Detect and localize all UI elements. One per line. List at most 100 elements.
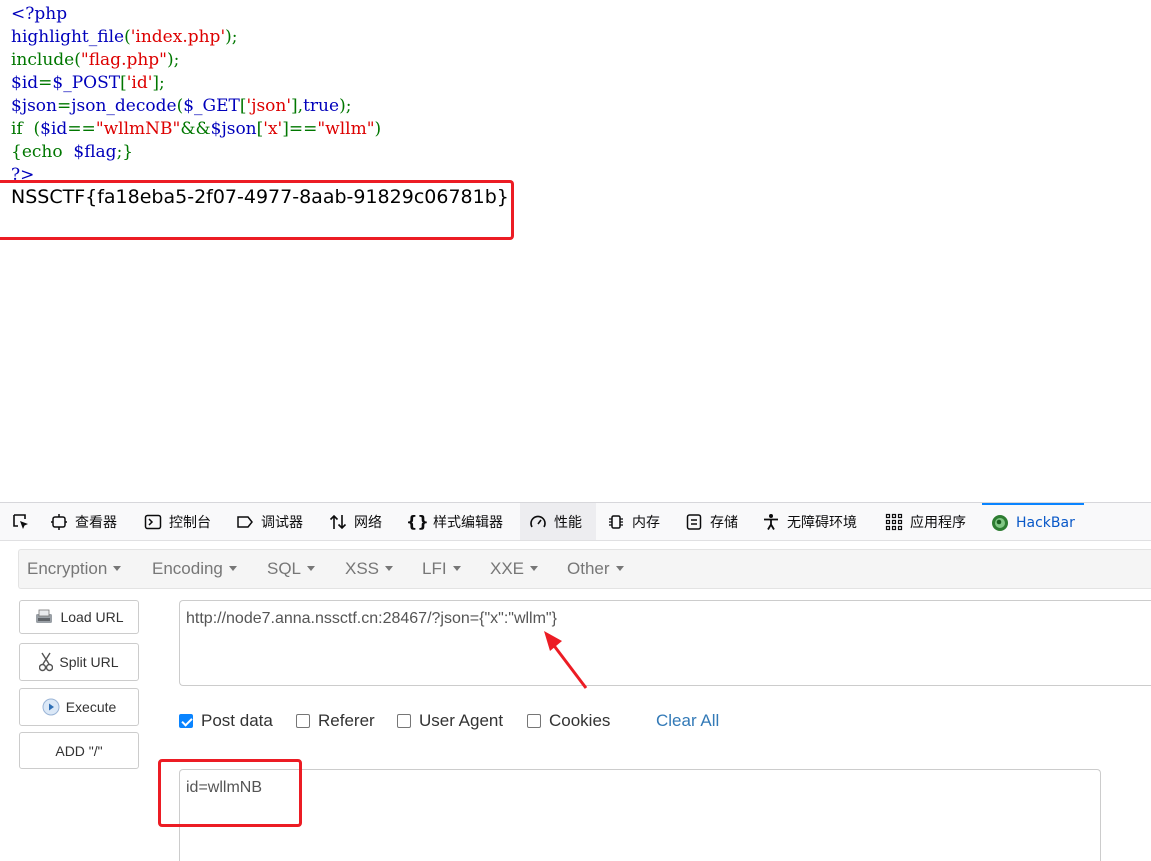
menu-label: Encoding [152, 559, 223, 578]
code-token: 'x' [263, 119, 283, 139]
tab-label: 查看器 [75, 514, 117, 531]
tab-console[interactable]: 控制台 [144, 503, 211, 540]
code-token: ;} [116, 142, 134, 162]
tab-label: HackBar [1016, 514, 1075, 531]
hackbar-logo-icon [992, 514, 1008, 531]
tab-accessibility[interactable]: 无障碍环境 [762, 503, 857, 540]
post-data-checkbox[interactable]: Post data [179, 710, 273, 732]
code-token: {echo [11, 142, 74, 162]
menu-sql[interactable]: SQL [267, 550, 316, 588]
code-token: ); [167, 50, 180, 70]
code-token: = [57, 96, 72, 116]
code-token: ); [225, 27, 238, 47]
code-token: ( [74, 50, 81, 70]
add-slash-button[interactable]: ADD "/" [19, 732, 139, 769]
play-icon [42, 698, 60, 716]
code-token: true [303, 96, 340, 116]
post-data-input[interactable]: id=wllmNB [179, 769, 1101, 861]
post-data-highlight-box [158, 759, 302, 827]
code-token: 'id' [126, 73, 153, 93]
code-token: $flag [73, 142, 117, 162]
checkbox-label: Referer [318, 711, 375, 730]
load-url-button[interactable]: Load URL [19, 600, 139, 634]
tab-label: 内存 [632, 514, 660, 531]
caret-down-icon [385, 566, 394, 571]
checkbox-unchecked-icon [397, 714, 411, 728]
code-token: "wllmNB" [95, 119, 181, 139]
tab-hackbar[interactable]: HackBar [982, 503, 1084, 540]
flag-highlight-box [0, 180, 514, 240]
caret-down-icon [113, 566, 122, 571]
button-label: Load URL [60, 609, 124, 625]
caret-down-icon [615, 566, 624, 571]
devtools-panel: 查看器 控制台 调试器 网络 {} 样式编辑器 性能 内存 存储 无障碍环境 应… [0, 502, 1151, 861]
menu-encoding[interactable]: Encoding [152, 550, 237, 588]
menu-label: Encryption [27, 559, 108, 578]
caret-down-icon [228, 566, 237, 571]
code-token: 'index.php' [130, 27, 226, 47]
cookies-checkbox[interactable]: Cookies [527, 710, 610, 732]
debugger-icon [237, 515, 253, 528]
code-token: = [38, 73, 53, 93]
code-token: ); [339, 96, 352, 116]
checkbox-label: User Agent [419, 711, 504, 730]
tab-performance[interactable]: 性能 [520, 503, 596, 540]
tab-inspector[interactable]: 查看器 [50, 503, 117, 540]
tab-style-editor[interactable]: {} 样式编辑器 [406, 503, 503, 540]
user-agent-checkbox[interactable]: User Agent [397, 710, 503, 732]
tab-label: 应用程序 [910, 514, 966, 531]
code-token: [ [239, 96, 247, 116]
menu-label: XSS [345, 559, 380, 578]
app-grid-icon [885, 513, 903, 530]
caret-down-icon [307, 566, 316, 571]
menu-label: Other [567, 559, 610, 578]
caret-down-icon [452, 566, 461, 571]
tab-application[interactable]: 应用程序 [885, 503, 966, 540]
scissors-icon [39, 652, 54, 672]
tab-label: 网络 [354, 514, 382, 531]
execute-button[interactable]: Execute [19, 688, 139, 726]
code-token: == [67, 119, 96, 139]
tab-label: 调试器 [261, 514, 303, 531]
tab-network[interactable]: 网络 [329, 503, 382, 540]
checkbox-unchecked-icon [527, 714, 541, 728]
menu-xss[interactable]: XSS [345, 550, 394, 588]
menu-encryption[interactable]: Encryption [27, 550, 122, 588]
tab-memory[interactable]: 内存 [607, 503, 660, 540]
code-token: include [11, 50, 75, 70]
tab-label: 无障碍环境 [787, 514, 857, 531]
checkbox-unchecked-icon [296, 714, 310, 728]
code-token: [ [120, 73, 127, 93]
inspector-icon [51, 513, 67, 530]
code-token: $id [11, 73, 39, 93]
split-url-button[interactable]: Split URL [19, 643, 139, 681]
caret-down-icon [530, 566, 539, 571]
menu-other[interactable]: Other [567, 550, 624, 588]
network-arrows-icon [329, 514, 347, 529]
code-token: json_decode [71, 96, 177, 116]
code-token: && [180, 119, 211, 139]
element-picker-button[interactable] [4, 503, 38, 540]
checkbox-label: Cookies [549, 711, 611, 730]
referer-checkbox[interactable]: Referer [296, 710, 375, 732]
code-line: <?php [11, 4, 68, 24]
clear-all-link[interactable]: Clear All [656, 710, 719, 732]
storage-icon [686, 513, 702, 530]
code-token: $id [40, 119, 68, 139]
menu-lfi[interactable]: LFI [422, 550, 461, 588]
code-token: ]; [152, 73, 165, 93]
menu-xxe[interactable]: XXE [490, 550, 539, 588]
code-token: if ( [11, 119, 41, 139]
tab-storage[interactable]: 存储 [685, 503, 738, 540]
tab-debugger[interactable]: 调试器 [236, 503, 303, 540]
code-token: 'json' [246, 96, 292, 116]
element-picker-icon [13, 513, 28, 529]
button-label: ADD "/" [55, 742, 103, 759]
memory-chip-icon [609, 514, 623, 529]
tab-label: 性能 [554, 514, 582, 531]
gauge-icon [530, 515, 546, 527]
code-token: "wllm" [317, 119, 375, 139]
tab-label: 控制台 [169, 514, 211, 531]
menu-label: XXE [490, 559, 525, 578]
url-input[interactable]: http://node7.anna.nssctf.cn:28467/?json=… [179, 600, 1151, 686]
